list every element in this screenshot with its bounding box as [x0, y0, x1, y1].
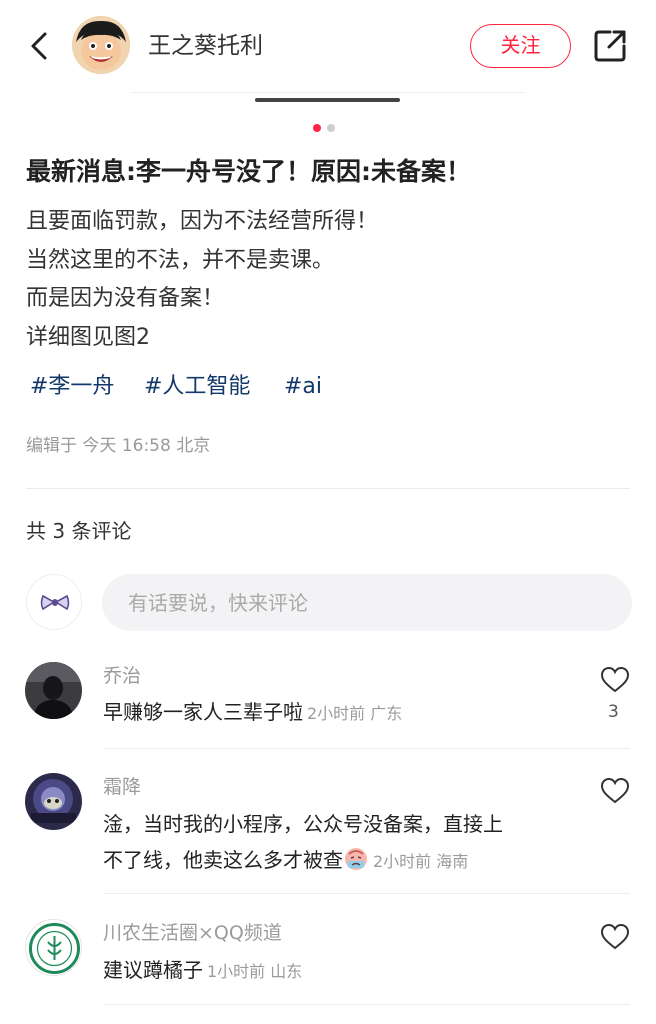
share-button[interactable] [590, 26, 630, 66]
commenter-name[interactable]: 乔治 [103, 662, 141, 690]
header: 王之葵托利 关注 [0, 0, 656, 92]
image-scroll-indicator [255, 98, 400, 102]
share-external-icon [594, 30, 626, 62]
comment-input[interactable] [102, 574, 632, 631]
tag-link[interactable]: #李一舟 [30, 369, 114, 405]
post-line: 而是因为没有备案！ [26, 286, 225, 311]
author-name[interactable]: 王之葵托利 [148, 31, 263, 61]
post-line: 当然这里的不法，并不是卖课。 [26, 247, 335, 273]
like-count: 3 [608, 702, 619, 722]
comment-meta: 1小时前 山东 [207, 962, 303, 981]
comment-text[interactable]: 早赚够一家人三辈子啦 2小时前 广东 [103, 694, 402, 732]
commenter-avatar[interactable] [25, 773, 82, 830]
post-detail-page: 王之葵托利 关注 最新消息:李一舟号没了！原因:未备案！ 且要面临罚款，因为不法… [0, 0, 656, 1024]
comment-divider [103, 748, 630, 749]
comment-content: 建议蹲橘子 [103, 958, 203, 982]
follow-button[interactable]: 关注 [470, 24, 571, 68]
comment-meta: 2小时前 海南 [373, 852, 469, 871]
comment-item: 乔治 早赚够一家人三辈子啦 2小时前 广东 3 [0, 660, 656, 748]
commenter-name[interactable]: 川农生活圈×QQ频道 [103, 919, 282, 947]
edit-info: 编辑于 今天 16:58 北京 [26, 436, 211, 456]
comment-text[interactable]: 建议蹲橘子 1小时前 山东 [103, 952, 302, 990]
carousel-dot-active[interactable] [313, 124, 321, 132]
bow-icon [40, 594, 70, 611]
tag-link[interactable]: #人工智能 [144, 369, 250, 405]
comment-text[interactable]: 淦，当时我的小程序，公众号没备案，直接上 不了线，他卖这么多才被查 2小时前 海… [103, 806, 503, 880]
crying-emoji-icon [345, 848, 367, 870]
comment-count: 共 3 条评论 [26, 519, 132, 543]
comment-item: 川农生活圈×QQ频道 建议蹲橘子 1小时前 山东 [0, 919, 656, 1009]
commenter-avatar[interactable] [25, 662, 82, 719]
comment-item: 霜降 淦，当时我的小程序，公众号没备案，直接上 不了线，他卖这么多才被查 2小时… [0, 773, 656, 893]
my-avatar[interactable] [26, 574, 82, 630]
header-divider [132, 92, 524, 93]
post-title: 最新消息:李一舟号没了！原因:未备案！ [26, 157, 471, 186]
carousel-dot[interactable] [327, 124, 335, 132]
post-line: 且要面临罚款，因为不法经营所得！ [26, 209, 379, 234]
commenter-name[interactable]: 霜降 [103, 773, 141, 801]
heart-icon[interactable] [600, 666, 630, 694]
comment-meta: 2小时前 广东 [307, 704, 403, 723]
comment-content: 不了线，他卖这么多才被查 [103, 848, 343, 872]
post-line: 详细图见图2 [26, 324, 150, 350]
tag-link[interactable]: #ai [284, 369, 322, 405]
comment-content: 早赚够一家人三辈子啦 [103, 700, 303, 724]
post-body: 且要面临罚款，因为不法经营所得！ 当然这里的不法，并不是卖课。 而是因为没有备案… [26, 203, 636, 357]
comment-divider [103, 893, 630, 894]
commenter-avatar[interactable] [25, 919, 82, 976]
comment-divider [103, 1004, 630, 1005]
post-tags: #李一舟 #人工智能 #ai [30, 369, 630, 405]
section-divider [26, 488, 630, 489]
back-button[interactable] [20, 26, 60, 66]
comment-content: 淦，当时我的小程序，公众号没备案，直接上 [103, 812, 503, 836]
author-avatar[interactable] [72, 16, 130, 74]
heart-icon[interactable] [600, 777, 630, 805]
carousel-dots [313, 124, 343, 134]
heart-icon[interactable] [600, 923, 630, 951]
chevron-left-icon [31, 32, 47, 60]
